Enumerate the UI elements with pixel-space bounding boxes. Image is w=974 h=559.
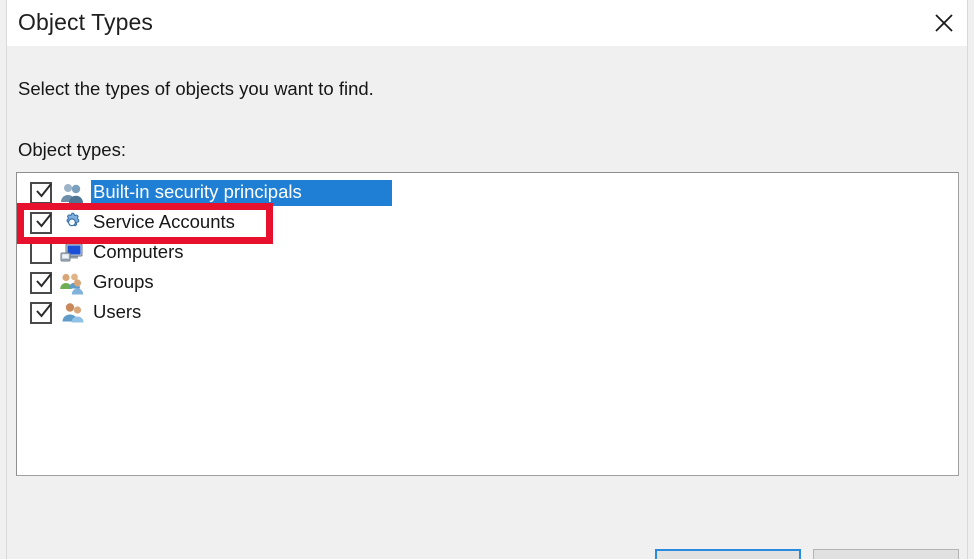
- group-icon: [59, 270, 85, 296]
- check-icon: [34, 181, 52, 198]
- security-principals-icon: [59, 180, 85, 206]
- gear-icon: [59, 210, 85, 236]
- checkbox-groups[interactable]: [30, 272, 52, 294]
- dialog-title: Object Types: [18, 9, 154, 35]
- check-icon: [34, 271, 52, 288]
- cancel-button[interactable]: Cancel: [813, 549, 959, 559]
- list-item-label: Computers: [93, 241, 184, 263]
- list-item[interactable]: Built-in security principals: [17, 178, 958, 208]
- list-item[interactable]: Users: [17, 298, 958, 328]
- list-item[interactable]: Computers: [17, 238, 958, 268]
- list-item-label: Users: [93, 301, 142, 323]
- checkbox-users[interactable]: [30, 302, 52, 324]
- list-item[interactable]: Groups: [17, 268, 958, 298]
- check-icon: [34, 211, 52, 228]
- title-bar: Object Types: [7, 0, 967, 47]
- window-border-right: [967, 0, 968, 559]
- instruction-text: Select the types of objects you want to …: [18, 78, 374, 99]
- check-icon: [34, 301, 52, 318]
- object-types-dialog: Object Types Select the types of objects…: [0, 0, 974, 559]
- user-icon: [59, 300, 85, 326]
- list-item-label: Service Accounts: [93, 211, 235, 233]
- list-item[interactable]: Service Accounts: [17, 208, 958, 238]
- checkbox-service-accounts[interactable]: [30, 212, 52, 234]
- object-types-listbox[interactable]: Built-in security principals Service Acc…: [16, 172, 959, 476]
- checkbox-computers[interactable]: [30, 242, 52, 264]
- list-item-label: Built-in security principals: [91, 180, 392, 206]
- dialog-body: Select the types of objects you want to …: [7, 46, 967, 559]
- computer-icon: [59, 240, 85, 266]
- list-item-label: Groups: [93, 271, 154, 293]
- close-button[interactable]: [921, 0, 967, 45]
- ok-button[interactable]: OK: [655, 549, 801, 559]
- checkbox-built-in-security-principals[interactable]: [30, 182, 52, 204]
- object-types-label: Object types:: [18, 139, 126, 160]
- close-icon: [934, 13, 954, 33]
